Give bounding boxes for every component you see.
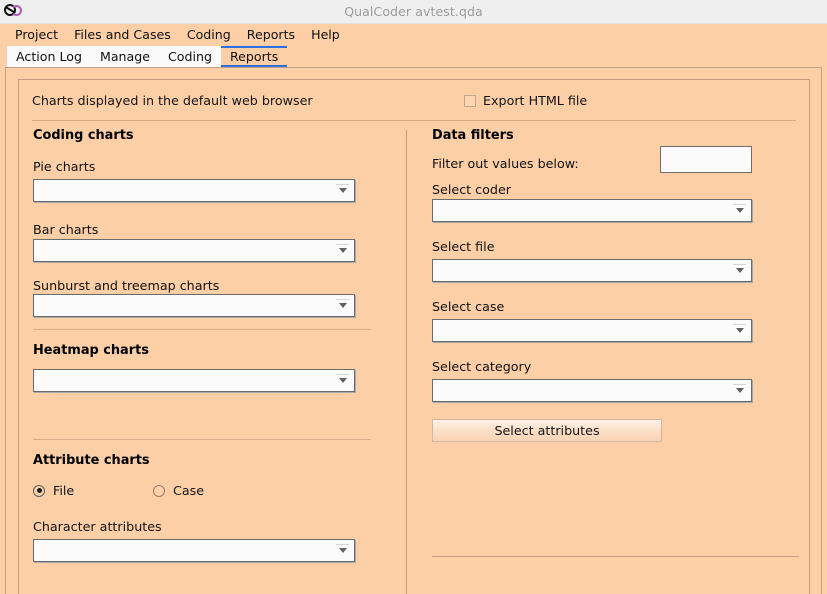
- heatmap-charts-heading: Heatmap charts: [33, 343, 149, 358]
- select-case-label: Select case: [432, 299, 505, 314]
- pie-charts-combobox[interactable]: [33, 179, 355, 202]
- select-file-combobox[interactable]: [432, 259, 752, 282]
- chevron-down-icon[interactable]: [732, 380, 747, 401]
- export-html-label: Export HTML file: [483, 93, 588, 108]
- radio-selected-icon[interactable]: [33, 484, 45, 497]
- menu-bar: Project Files and Cases Coding Reports H…: [0, 24, 827, 45]
- right-column-bottom-divider: [432, 556, 799, 557]
- menu-item-coding[interactable]: Coding: [179, 24, 239, 45]
- select-category-combobox[interactable]: [432, 379, 752, 402]
- coding-charts-heading: Coding charts: [33, 128, 134, 143]
- select-file-label: Select file: [432, 239, 495, 254]
- pie-charts-label: Pie charts: [33, 159, 96, 174]
- title-bar: QualCoder avtest.qda: [0, 0, 827, 24]
- chevron-down-icon[interactable]: [335, 240, 350, 261]
- charts-header-row: Charts displayed in the default web brow…: [32, 93, 796, 115]
- window-title: QualCoder avtest.qda: [344, 4, 483, 19]
- bar-charts-combobox[interactable]: [33, 239, 355, 262]
- export-html-checkbox[interactable]: Export HTML file: [464, 93, 587, 108]
- chevron-down-icon[interactable]: [732, 200, 747, 221]
- heatmap-attribute-divider: [33, 439, 371, 440]
- tab-reports[interactable]: Reports: [220, 46, 288, 67]
- menu-item-reports[interactable]: Reports: [239, 24, 303, 45]
- tab-manage[interactable]: Manage: [90, 46, 159, 67]
- select-coder-combobox[interactable]: [432, 199, 752, 222]
- chevron-down-icon[interactable]: [335, 540, 350, 561]
- attribute-charts-heading: Attribute charts: [33, 453, 150, 468]
- tab-action-log[interactable]: Action Log: [7, 46, 91, 67]
- select-attributes-button[interactable]: Select attributes: [432, 419, 662, 442]
- reports-panel: Charts displayed in the default web brow…: [5, 67, 822, 594]
- sunburst-treemap-combobox[interactable]: [33, 294, 355, 317]
- menu-item-help[interactable]: Help: [303, 24, 348, 45]
- column-divider: [406, 130, 407, 594]
- sunburst-treemap-label: Sunburst and treemap charts: [33, 278, 220, 293]
- tab-bar: Action Log Manage Coding Reports: [0, 45, 827, 67]
- menu-item-project[interactable]: Project: [7, 24, 66, 45]
- select-category-label: Select category: [432, 359, 532, 374]
- attribute-file-label: File: [53, 483, 75, 498]
- character-attributes-label: Character attributes: [33, 519, 162, 534]
- left-column: Coding charts Pie charts Bar charts Sunb…: [33, 128, 393, 594]
- coding-heatmap-divider: [33, 329, 371, 330]
- bar-charts-label: Bar charts: [33, 222, 99, 237]
- select-case-combobox[interactable]: [432, 319, 752, 342]
- menu-item-files-and-cases[interactable]: Files and Cases: [66, 24, 179, 45]
- attribute-file-radio[interactable]: File: [33, 483, 74, 498]
- header-divider: [32, 120, 796, 121]
- filter-out-values-label: Filter out values below:: [432, 156, 579, 171]
- chevron-down-icon[interactable]: [732, 260, 747, 281]
- filter-out-values-input[interactable]: [660, 146, 752, 173]
- character-attributes-combobox[interactable]: [33, 539, 355, 562]
- chevron-down-icon[interactable]: [335, 295, 350, 316]
- tab-coding[interactable]: Coding: [158, 46, 221, 67]
- radio-unselected-icon[interactable]: [153, 484, 165, 497]
- chevron-down-icon[interactable]: [335, 370, 350, 391]
- charts-group-box: Charts displayed in the default web brow…: [18, 79, 810, 594]
- qualcoder-logo-icon: [1, 0, 25, 24]
- chevron-down-icon[interactable]: [335, 180, 350, 201]
- data-filters-heading: Data filters: [432, 128, 514, 143]
- checkbox-box-icon[interactable]: [464, 94, 476, 107]
- heatmap-charts-combobox[interactable]: [33, 369, 355, 392]
- attribute-case-label: Case: [173, 483, 205, 498]
- attribute-case-radio[interactable]: Case: [153, 483, 204, 498]
- right-column: Data filters Filter out values below: Se…: [432, 128, 804, 594]
- charts-info-label: Charts displayed in the default web brow…: [32, 93, 313, 108]
- chevron-down-icon[interactable]: [732, 320, 747, 341]
- select-coder-label: Select coder: [432, 182, 511, 197]
